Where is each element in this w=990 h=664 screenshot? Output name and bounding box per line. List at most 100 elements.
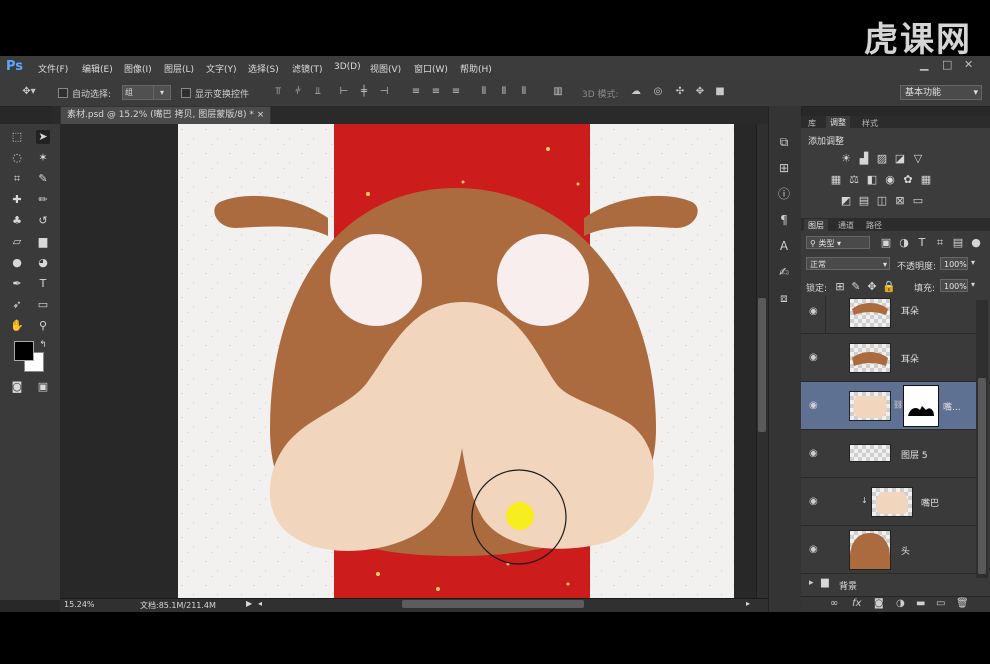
align-bottom-icon[interactable]: ⫫	[312, 86, 324, 98]
layer-mask-thumbnail[interactable]	[903, 385, 939, 427]
tab-adjustments[interactable]: 调整	[826, 116, 850, 129]
levels-icon[interactable]: ▟	[858, 153, 870, 165]
menu-window[interactable]: 窗口(W)	[414, 62, 448, 75]
close-window-button[interactable]: ✕	[964, 58, 973, 71]
character-panel-icon[interactable]: A	[776, 238, 792, 254]
auto-align-icon[interactable]: ▥	[552, 86, 564, 98]
align-hcenter-icon[interactable]: ╪	[358, 86, 370, 98]
visibility-eye-icon[interactable]: ◉	[809, 352, 818, 363]
posterize-icon[interactable]: ▤	[858, 195, 870, 207]
3d-pan-icon[interactable]: ✣	[674, 86, 686, 98]
gradient-tool-icon[interactable]: ▆	[36, 235, 50, 249]
mask-link-icon[interactable]: ⛓	[893, 400, 903, 409]
layer-row[interactable]: ◉ ↓ 嘴巴	[801, 478, 976, 526]
align-right-icon[interactable]: ⊣	[378, 86, 390, 98]
visibility-eye-icon[interactable]: ◉	[809, 306, 818, 317]
swap-colors-icon[interactable]: ↰	[36, 338, 50, 352]
align-top-icon[interactable]: ⫪	[272, 86, 284, 98]
lasso-tool-icon[interactable]: ◌	[10, 151, 24, 165]
layers-scroll-thumb[interactable]	[978, 378, 986, 574]
menu-edit[interactable]: 编辑(E)	[82, 62, 113, 75]
hand-tool-icon[interactable]: ✋	[10, 319, 24, 333]
lock-position-icon[interactable]: ✥	[866, 281, 878, 293]
visibility-eye-icon[interactable]: ◉	[809, 400, 818, 411]
layer-style-icon[interactable]: fx	[852, 598, 861, 609]
dodge-tool-icon[interactable]: ◕	[36, 256, 50, 270]
zoom-tool-icon[interactable]: ⚲	[36, 319, 50, 333]
eraser-tool-icon[interactable]: ▱	[10, 235, 24, 249]
path-selection-tool-icon[interactable]: ➶	[10, 298, 24, 312]
clone-source-panel-icon[interactable]: ⧈	[776, 290, 792, 306]
blend-mode-dropdown[interactable]: 正常 ▾	[806, 257, 890, 270]
auto-select-dropdown[interactable]: 组	[122, 85, 154, 100]
status-menu-arrow-icon[interactable]: ▶	[246, 599, 252, 608]
distribute-top-icon[interactable]: ≡	[410, 86, 422, 98]
opacity-input[interactable]: 100%	[940, 257, 968, 270]
opacity-arrow-icon[interactable]: ▾	[971, 258, 975, 267]
3d-rotate-icon[interactable]: ☁	[630, 86, 642, 98]
distribute-right-icon[interactable]: ⦀	[518, 86, 530, 98]
distribute-left-icon[interactable]: ⦀	[478, 86, 490, 98]
filter-type-icon[interactable]: T	[916, 237, 928, 249]
visibility-eye-icon[interactable]: ◉	[809, 496, 818, 507]
layer-row[interactable]: ◉ 耳朵	[801, 334, 976, 382]
blur-tool-icon[interactable]: ●	[10, 256, 24, 270]
lock-image-icon[interactable]: ✎	[850, 281, 862, 293]
distribute-bottom-icon[interactable]: ≡	[450, 86, 462, 98]
menu-file[interactable]: 文件(F)	[38, 62, 68, 75]
brush-panel-icon[interactable]: ✍	[776, 264, 792, 280]
filter-smart-icon[interactable]: ▤	[952, 237, 964, 249]
tab-styles[interactable]: 样式	[862, 118, 878, 129]
menu-filter[interactable]: 滤镜(T)	[292, 62, 323, 75]
distribute-hcenter-icon[interactable]: ⦀	[498, 86, 510, 98]
brush-tool-icon[interactable]: ✏	[36, 193, 50, 207]
rectangle-tool-icon[interactable]: ▭	[36, 298, 50, 312]
clone-stamp-tool-icon[interactable]: ♣	[10, 214, 24, 228]
pen-tool-icon[interactable]: ✒	[10, 277, 24, 291]
channel-mixer-icon[interactable]: ✿	[902, 174, 914, 186]
new-layer-icon[interactable]: ▭	[936, 598, 945, 609]
minimize-button[interactable]: ▁	[920, 58, 928, 71]
menu-help[interactable]: 帮助(H)	[460, 62, 492, 75]
fill-arrow-icon[interactable]: ▾	[971, 280, 975, 289]
crop-tool-icon[interactable]: ⌗	[10, 172, 24, 186]
menu-image[interactable]: 图像(I)	[124, 62, 152, 75]
visibility-eye-icon[interactable]: ◉	[809, 544, 818, 555]
marquee-tool-icon[interactable]: ⬚	[10, 130, 24, 144]
visibility-eye-icon[interactable]: ◉	[809, 448, 818, 459]
lock-transparent-icon[interactable]: ⊞	[834, 281, 846, 293]
threshold-icon[interactable]: ◫	[876, 195, 888, 207]
exposure-icon[interactable]: ◪	[894, 153, 906, 165]
move-tool-icon[interactable]: ➤	[36, 130, 50, 144]
filter-adjustment-icon[interactable]: ◑	[898, 237, 910, 249]
auto-select-dropdown-arrow-icon[interactable]: ▾	[153, 85, 171, 100]
brightness-icon[interactable]: ☀	[840, 153, 852, 165]
3d-scale-icon[interactable]: ■	[714, 86, 726, 98]
align-left-icon[interactable]: ⊢	[338, 86, 350, 98]
black-white-icon[interactable]: ◧	[866, 174, 878, 186]
foreground-color-swatch[interactable]	[14, 341, 34, 361]
layer-row[interactable]: ◉ 耳朵	[801, 296, 976, 334]
menu-select[interactable]: 选择(S)	[248, 62, 279, 75]
color-lookup-icon[interactable]: ▦	[920, 174, 932, 186]
filter-shape-icon[interactable]: ⌗	[934, 237, 946, 249]
menu-type[interactable]: 文字(Y)	[206, 62, 237, 75]
tab-channels[interactable]: 通道	[838, 220, 854, 231]
delete-layer-icon[interactable]: 🗑	[956, 598, 969, 609]
zoom-level[interactable]: 15.24%	[64, 600, 95, 609]
layer-row[interactable]: ◉ 头	[801, 526, 976, 574]
align-vcenter-icon[interactable]: ⫩	[292, 86, 304, 98]
layer-row[interactable]: ◉ 图层 5	[801, 430, 976, 478]
filter-pixel-icon[interactable]: ▣	[880, 237, 892, 249]
close-tab-icon[interactable]: ×	[257, 110, 265, 120]
show-transform-checkbox[interactable]	[181, 88, 191, 98]
curves-icon[interactable]: ▨	[876, 153, 888, 165]
color-balance-icon[interactable]: ⚖	[848, 174, 860, 186]
selective-color-icon[interactable]: ⊠	[894, 195, 906, 207]
move-tool-preset-icon[interactable]: ✥▾	[18, 86, 40, 98]
filter-toggle-icon[interactable]: ●	[970, 237, 982, 249]
vertical-scroll-thumb[interactable]	[758, 298, 766, 432]
menu-layer[interactable]: 图层(L)	[164, 62, 194, 75]
quick-mask-icon[interactable]: ◙	[10, 380, 24, 394]
restore-button[interactable]: □	[942, 58, 952, 71]
